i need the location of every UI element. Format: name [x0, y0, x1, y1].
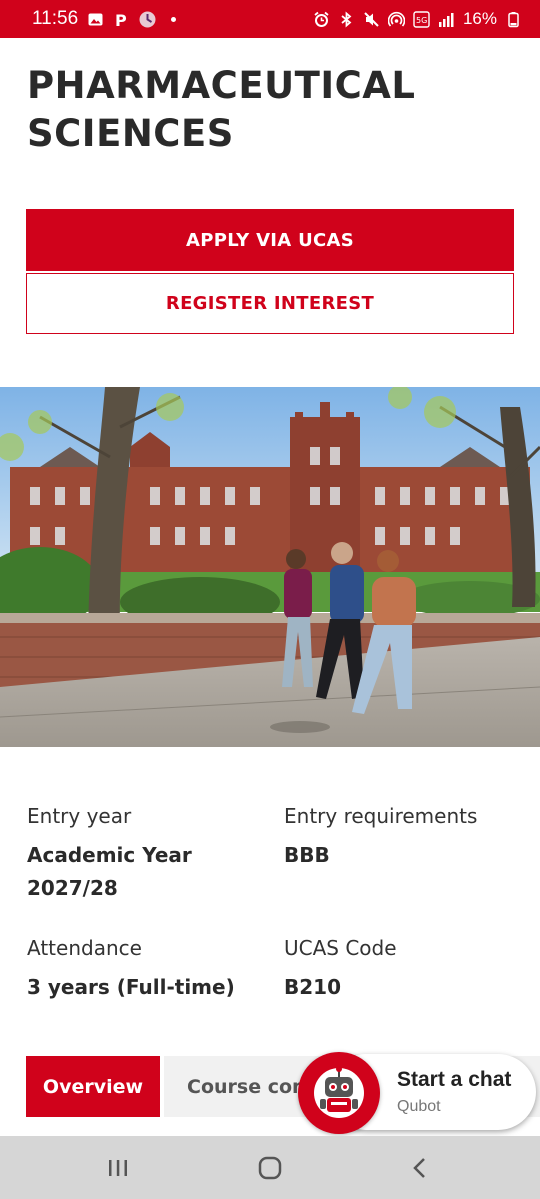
chat-widget[interactable]: Start a chat Qubot — [298, 1052, 538, 1134]
image-icon — [87, 11, 104, 28]
hotspot-icon — [387, 11, 405, 28]
home-icon[interactable] — [256, 1154, 284, 1182]
dot-icon — [165, 11, 182, 28]
attendance-label: Attendance — [27, 936, 142, 960]
signal-icon — [438, 11, 455, 28]
chat-title[interactable]: Start a chat — [397, 1068, 511, 1092]
register-interest-button[interactable]: REGISTER INTEREST — [26, 273, 514, 334]
parking-icon: P — [113, 11, 130, 28]
system-nav-bar — [0, 1136, 540, 1199]
entry-year-label: Entry year — [27, 804, 132, 828]
page-title: PHARMACEUTICAL SCIENCES — [27, 64, 416, 155]
svg-text:5G: 5G — [416, 16, 427, 25]
status-time: 11:56 — [32, 8, 79, 29]
tab-overview[interactable]: Overview — [26, 1056, 160, 1117]
entry-year-value: Academic Year 2027/28 — [27, 843, 192, 900]
entry-requirements-value: BBB — [284, 843, 330, 867]
mute-icon — [363, 11, 380, 28]
ucas-code-label: UCAS Code — [284, 936, 397, 960]
entry-requirements-label: Entry requirements — [284, 804, 478, 828]
svg-text:P: P — [115, 11, 127, 28]
entry-requirements-block: Entry requirements BBB — [284, 801, 524, 872]
battery-icon — [505, 11, 522, 28]
recents-icon[interactable] — [104, 1154, 132, 1182]
entry-year-block: Entry year Academic Year 2027/28 — [27, 801, 267, 905]
ucas-code-value: B210 — [284, 975, 341, 999]
battery-percent: 16% — [462, 9, 497, 28]
app-icon — [139, 11, 156, 28]
qubot-robot-icon[interactable] — [298, 1052, 380, 1134]
attendance-value: 3 years (Full-time) — [27, 975, 235, 999]
ucas-code-block: UCAS Code B210 — [284, 933, 524, 1004]
apply-via-ucas-button[interactable]: APPLY VIA UCAS — [26, 209, 514, 271]
attendance-block: Attendance 3 years (Full-time) — [27, 933, 267, 1004]
bluetooth-icon — [338, 11, 355, 28]
back-icon[interactable] — [406, 1154, 434, 1182]
campus-hero-image — [0, 387, 540, 747]
alarm-icon — [313, 11, 330, 28]
chat-subtitle: Qubot — [397, 1098, 441, 1115]
status-bar: 11:56 P 5G 16% — [0, 0, 540, 38]
volte-icon: 5G — [413, 10, 430, 28]
